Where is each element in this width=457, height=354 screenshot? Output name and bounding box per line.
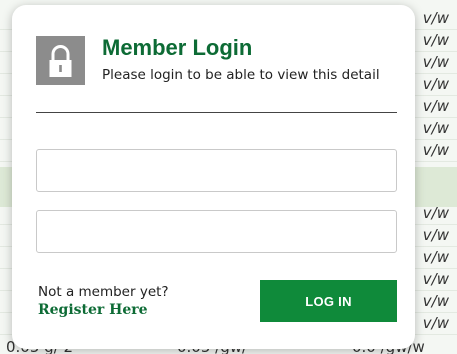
unit-label: v/w	[422, 31, 449, 49]
lock-icon	[36, 36, 85, 85]
unit-label: v/w	[422, 119, 449, 137]
unit-label: v/w	[422, 9, 449, 27]
username-input[interactable]	[36, 149, 397, 192]
modal-title: Member Login	[102, 35, 253, 60]
modal-subtitle: Please login to be able to view this det…	[102, 67, 380, 83]
unit-label: v/w	[422, 204, 449, 222]
login-button[interactable]: LOG IN	[260, 280, 397, 322]
unit-label: v/w	[422, 53, 449, 71]
unit-label: v/w	[422, 226, 449, 244]
unit-label: v/w	[422, 270, 449, 288]
not-member-text: Not a member yet?	[38, 284, 169, 300]
password-input[interactable]	[36, 210, 397, 253]
unit-label: v/w	[422, 97, 449, 115]
unit-label: v/w	[422, 248, 449, 266]
member-login-modal: Member Login Please login to be able to …	[12, 5, 415, 349]
unit-label: v/w	[422, 314, 449, 332]
divider	[36, 112, 397, 113]
unit-label: v/w	[422, 75, 449, 93]
unit-label: v/w	[422, 292, 449, 310]
register-link[interactable]: Register Here	[38, 302, 148, 318]
unit-label: v/w	[422, 141, 449, 159]
